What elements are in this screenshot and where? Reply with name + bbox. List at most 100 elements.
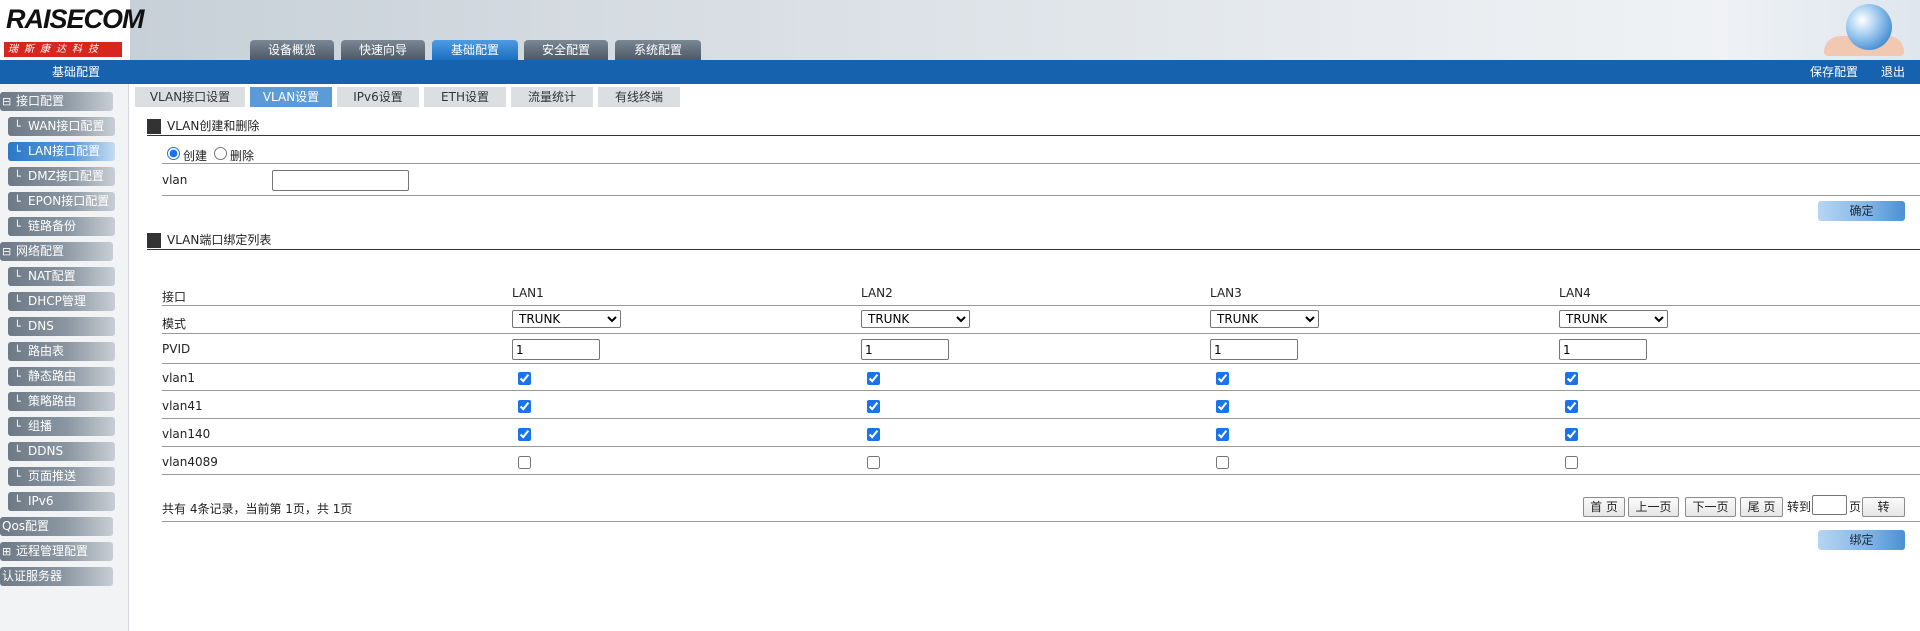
sidebar-item-ipv6[interactable]: └ IPv6 (8, 492, 115, 511)
sidebar-group-label: 接口配置 (16, 94, 65, 108)
vlan1-lan2-checkbox[interactable] (867, 372, 880, 385)
mode-select-lan4[interactable]: TRUNK (1559, 310, 1668, 328)
globe-hands-image (1728, 0, 1920, 60)
vlan140-lan3-checkbox[interactable] (1216, 428, 1229, 441)
radio-delete-label: 删除 (230, 149, 255, 163)
next-page-button[interactable]: 下一页 (1685, 497, 1736, 517)
sidebar-item-link-backup[interactable]: └ 链路备份 (8, 217, 115, 236)
subtab-traffic-stats[interactable]: 流量统计 (511, 87, 593, 107)
bind-button[interactable]: 绑定 (1818, 530, 1905, 550)
vlan-input[interactable] (272, 170, 409, 191)
mode-select-lan1[interactable]: TRUNK (512, 310, 621, 328)
vlan41-lan1-checkbox[interactable] (518, 400, 531, 413)
sidebar-item-dns[interactable]: └ DNS (8, 317, 115, 336)
logout-link[interactable]: 退出 (1881, 60, 1905, 84)
sidebar-item-wan[interactable]: └ WAN接口配置 (8, 117, 115, 136)
sidebar-item-route-table[interactable]: └ 路由表 (8, 342, 115, 361)
divider (162, 418, 1920, 419)
vlan4089-lan2-checkbox[interactable] (867, 456, 880, 469)
expand-icon: ⊞ (2, 545, 12, 558)
tree-branch-icon: └ (14, 220, 21, 233)
mode-select-lan2[interactable]: TRUNK (861, 310, 970, 328)
vlan4089-lan4-checkbox[interactable] (1565, 456, 1578, 469)
save-config-link[interactable]: 保存配置 (1810, 60, 1858, 84)
collapse-icon: ⊟ (2, 95, 12, 108)
mode-select-lan3[interactable]: TRUNK (1210, 310, 1319, 328)
tab-basic-config[interactable]: 基础配置 (432, 40, 518, 60)
tree-branch-icon: └ (14, 445, 21, 458)
section-marker-icon (147, 119, 161, 134)
sidebar-item-nat[interactable]: └ NAT配置 (8, 267, 115, 286)
sidebar-item-static-route[interactable]: └ 静态路由 (8, 367, 115, 386)
sidebar-group-auth-server[interactable]: 认证服务器 (0, 567, 113, 586)
tab-security-config[interactable]: 安全配置 (524, 40, 608, 60)
pvid-input-lan3[interactable] (1210, 339, 1298, 360)
confirm-button[interactable]: 确定 (1818, 201, 1905, 221)
raisecom-logo: RAISECOM 瑞斯康达科技 (0, 0, 145, 60)
vlan140-lan2-checkbox[interactable] (867, 428, 880, 441)
pvid-input-lan4[interactable] (1559, 339, 1647, 360)
goto-label: 转到 (1787, 500, 1812, 514)
sidebar-item-label: 静态路由 (28, 369, 77, 383)
sidebar-item-label: DNS (28, 319, 54, 333)
sidebar-group-interface[interactable]: ⊟ 接口配置 (0, 92, 113, 111)
divider (162, 474, 1920, 475)
pvid-input-lan1[interactable] (512, 339, 600, 360)
sidebar-item-dhcp[interactable]: └ DHCP管理 (8, 292, 115, 311)
tab-system-config[interactable]: 系统配置 (615, 40, 701, 60)
sidebar: ⊟ 接口配置 └ WAN接口配置 └ LAN接口配置 └ DMZ接口配置 └ EPON接口… (0, 84, 129, 631)
vlan1-lan4-checkbox[interactable] (1565, 372, 1578, 385)
vlan41-lan2-checkbox[interactable] (867, 400, 880, 413)
tree-branch-icon: └ (14, 195, 21, 208)
prev-page-button[interactable]: 上一页 (1628, 497, 1679, 517)
subtab-eth-settings[interactable]: ETH设置 (424, 87, 506, 107)
radio-delete[interactable] (214, 147, 227, 160)
divider (162, 195, 1920, 196)
sidebar-group-remote-mgmt[interactable]: ⊞ 远程管理配置 (0, 542, 113, 561)
vlan140-lan1-checkbox[interactable] (518, 428, 531, 441)
subtab-wired-terminals[interactable]: 有线终端 (598, 87, 680, 107)
tab-device-overview[interactable]: 设备概览 (250, 40, 334, 60)
vlan41-lan3-checkbox[interactable] (1216, 400, 1229, 413)
sidebar-group-qos[interactable]: Qos配置 (0, 517, 113, 536)
vlan-row-label: vlan41 (162, 399, 203, 413)
sidebar-group-network[interactable]: ⊟ 网络配置 (0, 242, 113, 261)
mode-row-label: 模式 (162, 317, 187, 331)
pvid-input-lan2[interactable] (861, 339, 949, 360)
divider (162, 521, 1920, 522)
vlan41-lan4-checkbox[interactable] (1565, 400, 1578, 413)
divider (162, 333, 1920, 334)
goto-page-input[interactable] (1812, 495, 1847, 515)
radio-create[interactable] (167, 147, 180, 160)
subtab-vlan-interface[interactable]: VLAN接口设置 (135, 87, 245, 107)
sidebar-item-lan[interactable]: └ LAN接口配置 (8, 142, 115, 161)
sidebar-item-multicast[interactable]: └ 组播 (8, 417, 115, 436)
divider (162, 305, 1920, 306)
last-page-button[interactable]: 尾 页 (1740, 497, 1783, 517)
tree-branch-icon: └ (14, 270, 21, 283)
sidebar-item-dmz[interactable]: └ DMZ接口配置 (8, 167, 115, 186)
sidebar-group-label: 认证服务器 (2, 569, 63, 583)
main-content: VLAN接口设置 VLAN设置 IPv6设置 ETH设置 流量统计 有线终端 V… (135, 84, 1920, 631)
tree-branch-icon: └ (14, 120, 21, 133)
sidebar-item-label: 组播 (28, 419, 53, 433)
vlan4089-lan1-checkbox[interactable] (518, 456, 531, 469)
divider (162, 390, 1920, 391)
vlan1-lan3-checkbox[interactable] (1216, 372, 1229, 385)
sidebar-item-page-push[interactable]: └ 页面推送 (8, 467, 115, 486)
vlan140-lan4-checkbox[interactable] (1565, 428, 1578, 441)
sidebar-item-epon[interactable]: └ EPON接口配置 (8, 192, 115, 211)
subtab-vlan-settings[interactable]: VLAN设置 (250, 87, 332, 107)
vlan1-lan1-checkbox[interactable] (518, 372, 531, 385)
tree-branch-icon: └ (14, 145, 21, 158)
goto-button[interactable]: 转 (1862, 497, 1905, 517)
subtab-ipv6-settings[interactable]: IPv6设置 (337, 87, 419, 107)
sidebar-item-policy-route[interactable]: └ 策略路由 (8, 392, 115, 411)
vlan4089-lan3-checkbox[interactable] (1216, 456, 1229, 469)
sidebar-item-ddns[interactable]: └ DDNS (8, 442, 115, 461)
sidebar-item-label: IPv6 (28, 494, 54, 508)
tab-quick-guide[interactable]: 快速向导 (341, 40, 425, 60)
tree-branch-icon: └ (14, 345, 21, 358)
sidebar-group-label: 远程管理配置 (16, 544, 89, 558)
first-page-button[interactable]: 首 页 (1583, 497, 1625, 517)
